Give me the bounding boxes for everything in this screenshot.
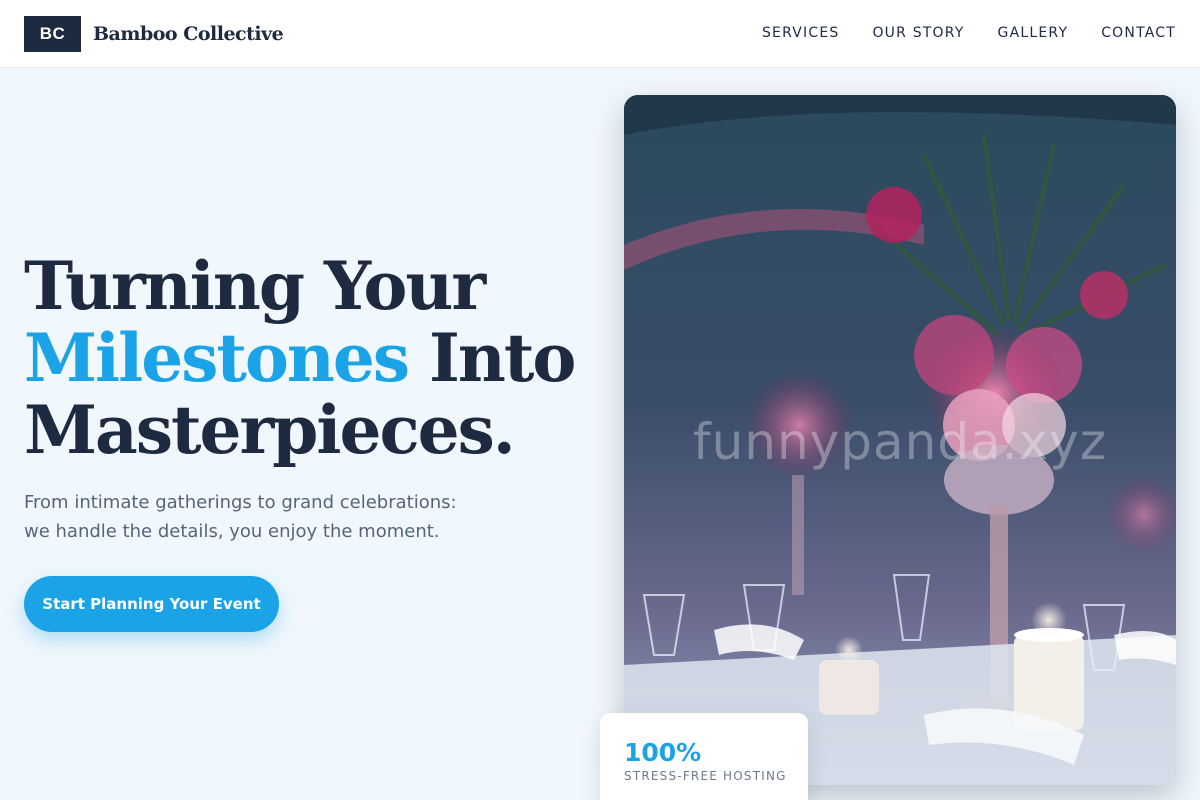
headline-line-3: Masterpieces. bbox=[24, 391, 516, 469]
stat-label: STRESS-FREE HOSTING bbox=[624, 769, 787, 783]
logo-mark[interactable]: BC bbox=[24, 16, 81, 52]
nav-link-contact[interactable]: CONTACT bbox=[1101, 25, 1176, 41]
start-planning-button[interactable]: Start Planning Your Event bbox=[24, 576, 279, 632]
headline-accent-word: Milestones bbox=[24, 319, 410, 397]
nav-link-services[interactable]: SERVICES bbox=[762, 25, 840, 41]
stat-value: 100% bbox=[624, 738, 702, 767]
image-watermark: funnypanda.xyz bbox=[692, 413, 1108, 471]
nav-link-gallery[interactable]: GALLERY bbox=[998, 25, 1069, 41]
stat-card: 100% STRESS-FREE HOSTING bbox=[600, 713, 808, 800]
headline-line-1: Turning Your bbox=[24, 247, 486, 325]
nav-link-our-story[interactable]: OUR STORY bbox=[872, 25, 964, 41]
site-header: BC Bamboo Collective SERVICES OUR STORY … bbox=[0, 0, 1200, 68]
hero-subtext: From intimate gatherings to grand celebr… bbox=[24, 492, 457, 542]
headline-line-2-rest: Into bbox=[408, 319, 576, 397]
hero-image-event-table: funnypanda.xyz bbox=[624, 95, 1176, 785]
hero-headline: Turning Your Milestones Into Masterpieces. bbox=[24, 250, 584, 466]
brand-name[interactable]: Bamboo Collective bbox=[93, 20, 284, 48]
main-nav: SERVICES OUR STORY GALLERY CONTACT bbox=[762, 20, 1176, 46]
